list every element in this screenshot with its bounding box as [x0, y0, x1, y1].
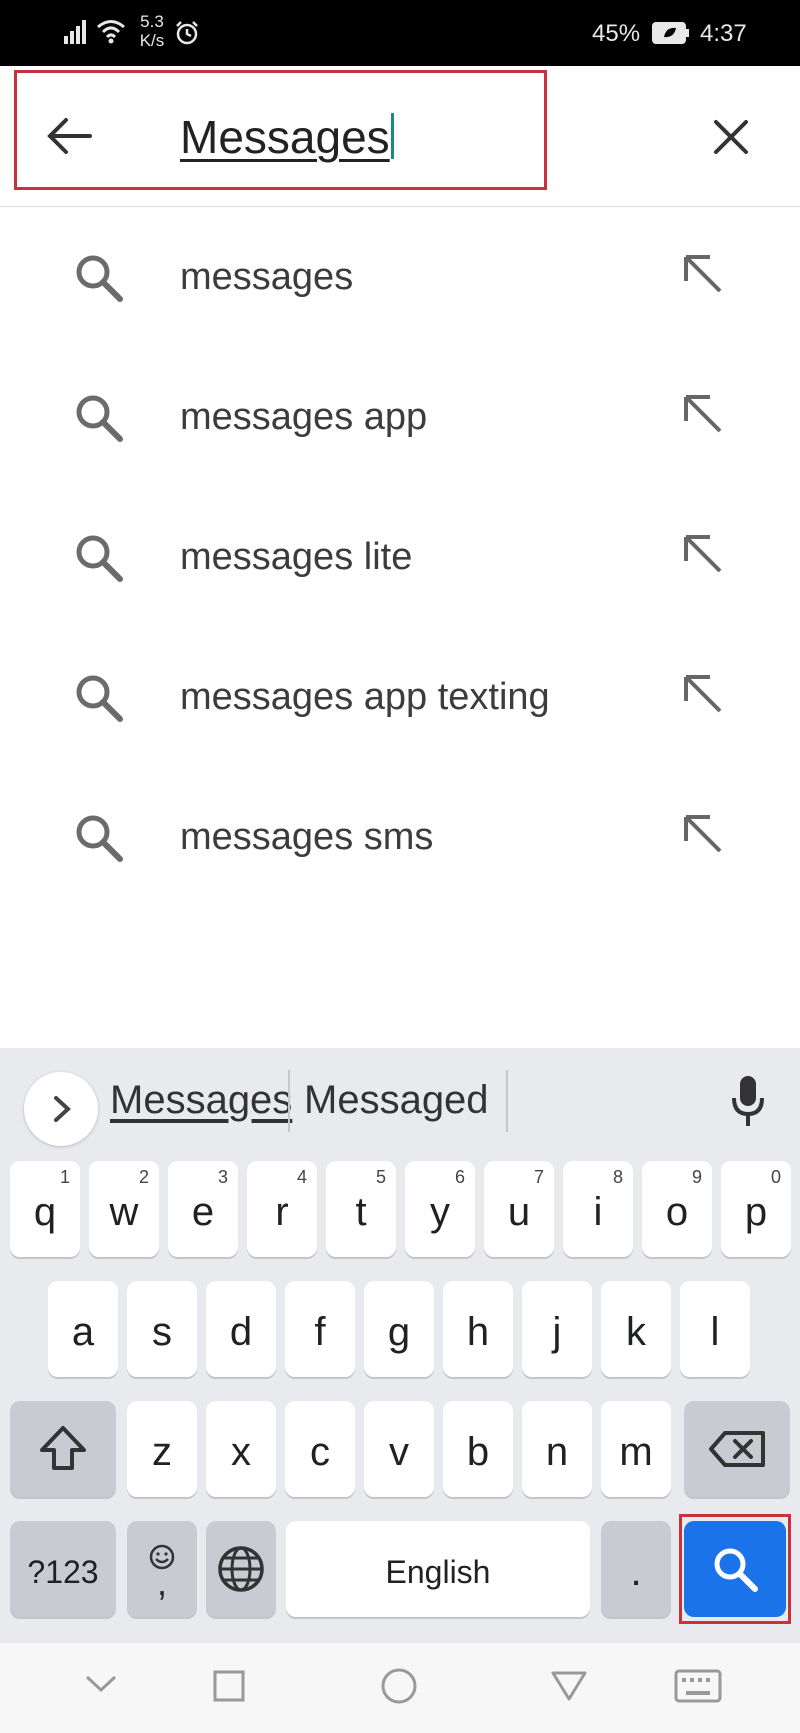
search-query-text: Messages: [180, 111, 390, 163]
suggestion-item[interactable]: messages sms: [0, 767, 800, 907]
navigation-bar: [0, 1643, 800, 1733]
candidate-divider: [506, 1070, 508, 1132]
key-row-3: z x c v b n m: [0, 1401, 800, 1499]
suggestion-item[interactable]: messages: [0, 207, 800, 347]
candidate-word[interactable]: Messages: [110, 1078, 292, 1123]
clear-icon[interactable]: [712, 118, 750, 156]
key-q[interactable]: 1q: [10, 1161, 80, 1257]
wifi-icon: [97, 20, 125, 44]
search-key[interactable]: [684, 1521, 786, 1617]
arrow-up-left-icon[interactable]: [682, 813, 726, 857]
search-icon: [76, 395, 123, 442]
keyboard-icon[interactable]: [674, 1669, 722, 1703]
key-e[interactable]: 3e: [168, 1161, 238, 1257]
chevron-right-icon: [54, 1096, 71, 1122]
back-icon[interactable]: [550, 1669, 588, 1703]
key-y[interactable]: 6y: [405, 1161, 475, 1257]
key-row-1: 1q 2w 3e 4r 5t 6y 7u 8i 9o 0p: [0, 1161, 800, 1259]
key-g[interactable]: g: [364, 1281, 434, 1377]
key-b[interactable]: b: [443, 1401, 513, 1497]
search-icon: [714, 1548, 758, 1592]
key-row-2: a s d f g h j k l: [0, 1281, 800, 1379]
key-d[interactable]: d: [206, 1281, 276, 1377]
search-icon: [76, 255, 123, 302]
back-arrow-icon[interactable]: [46, 116, 92, 156]
key-f[interactable]: f: [285, 1281, 355, 1377]
key-x[interactable]: x: [206, 1401, 276, 1497]
arrow-up-left-icon[interactable]: [682, 673, 726, 717]
language-key[interactable]: [206, 1521, 276, 1617]
suggestion-label: messages app texting: [180, 676, 550, 718]
battery-percent: 45%: [592, 20, 641, 47]
emoji-comma-key[interactable]: ,: [127, 1521, 197, 1617]
arrow-up-left-icon[interactable]: [682, 533, 726, 577]
signal-icon: [64, 20, 86, 44]
key-k[interactable]: k: [601, 1281, 671, 1377]
suggestion-label: messages: [180, 256, 354, 298]
suggestion-item[interactable]: messages lite: [0, 487, 800, 627]
battery-icon: [652, 22, 689, 44]
microphone-icon[interactable]: [728, 1074, 768, 1130]
symbols-key[interactable]: ?123: [10, 1521, 116, 1617]
key-m[interactable]: m: [601, 1401, 671, 1497]
backspace-key[interactable]: [684, 1401, 790, 1497]
home-icon[interactable]: [380, 1667, 418, 1705]
search-input[interactable]: Messages: [180, 110, 394, 164]
search-icon: [76, 535, 123, 582]
candidate-divider: [288, 1070, 290, 1132]
backspace-icon: [709, 1431, 765, 1467]
suggestion-label: messages lite: [180, 536, 413, 578]
suggestion-label: messages app: [180, 396, 428, 438]
key-r[interactable]: 4r: [247, 1161, 317, 1257]
chevron-down-icon[interactable]: [84, 1673, 118, 1695]
candidate-word[interactable]: Messaged: [304, 1078, 489, 1123]
clock: 4:37: [700, 20, 747, 47]
network-speed: 5.3 K/s: [139, 12, 165, 50]
key-p[interactable]: 0p: [721, 1161, 791, 1257]
key-v[interactable]: v: [364, 1401, 434, 1497]
text-caret: [390, 113, 394, 159]
alarm-icon: [176, 21, 198, 45]
key-a[interactable]: a: [48, 1281, 118, 1377]
shift-icon: [40, 1426, 86, 1470]
key-h[interactable]: h: [443, 1281, 513, 1377]
arrow-up-left-icon[interactable]: [682, 393, 726, 437]
key-j[interactable]: j: [522, 1281, 592, 1377]
search-icon: [76, 675, 123, 722]
suggestion-item[interactable]: messages app: [0, 347, 800, 487]
key-u[interactable]: 7u: [484, 1161, 554, 1257]
recent-apps-icon[interactable]: [212, 1669, 246, 1703]
status-bar: 5.3 K/s 45% 4:37: [0, 0, 800, 66]
arrow-up-left-icon[interactable]: [682, 253, 726, 297]
key-w[interactable]: 2w: [89, 1161, 159, 1257]
key-o[interactable]: 9o: [642, 1161, 712, 1257]
search-icon: [76, 815, 123, 862]
expand-toolbar-button[interactable]: [24, 1072, 98, 1146]
search-header: Messages: [0, 66, 800, 207]
key-t[interactable]: 5t: [326, 1161, 396, 1257]
key-z[interactable]: z: [127, 1401, 197, 1497]
key-s[interactable]: s: [127, 1281, 197, 1377]
key-i[interactable]: 8i: [563, 1161, 633, 1257]
shift-key[interactable]: [10, 1401, 116, 1497]
period-key[interactable]: .: [601, 1521, 671, 1617]
suggestion-item[interactable]: messages app texting: [0, 627, 800, 767]
globe-icon: [218, 1546, 264, 1592]
key-c[interactable]: c: [285, 1401, 355, 1497]
space-key[interactable]: English: [286, 1521, 590, 1617]
key-row-4: ?123 , English .: [0, 1514, 800, 1624]
key-n[interactable]: n: [522, 1401, 592, 1497]
key-l[interactable]: l: [680, 1281, 750, 1377]
suggestion-label: messages sms: [180, 816, 434, 858]
keyboard: Messages Messaged 1q 2w 3e 4r 5t 6y 7u 8…: [0, 1048, 800, 1643]
